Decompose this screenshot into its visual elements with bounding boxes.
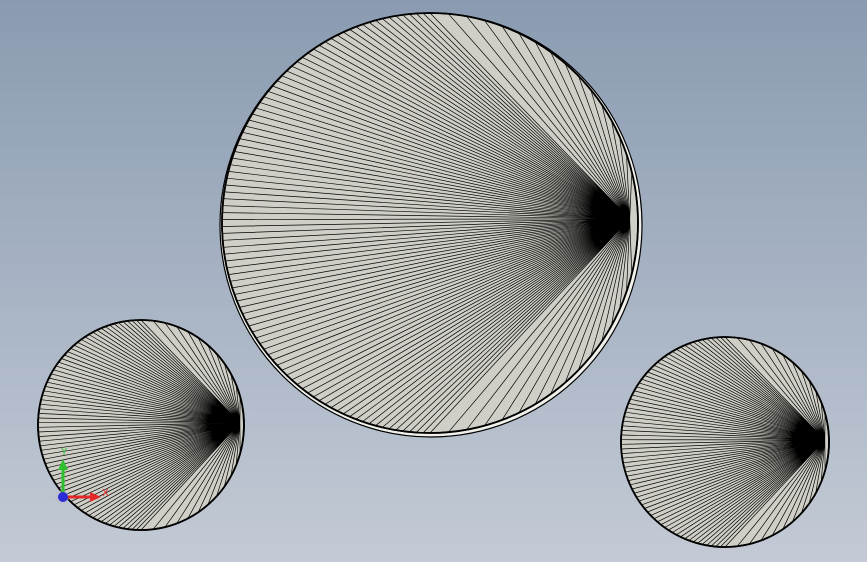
graphics-viewport[interactable]: Y X bbox=[0, 0, 867, 562]
x-axis-label: X bbox=[102, 488, 109, 499]
model-scene[interactable]: Y X bbox=[0, 0, 867, 562]
y-axis-label: Y bbox=[60, 447, 68, 458]
large-disc[interactable] bbox=[219, 12, 643, 438]
z-axis-dot bbox=[58, 492, 68, 502]
right-disc[interactable] bbox=[620, 336, 830, 548]
